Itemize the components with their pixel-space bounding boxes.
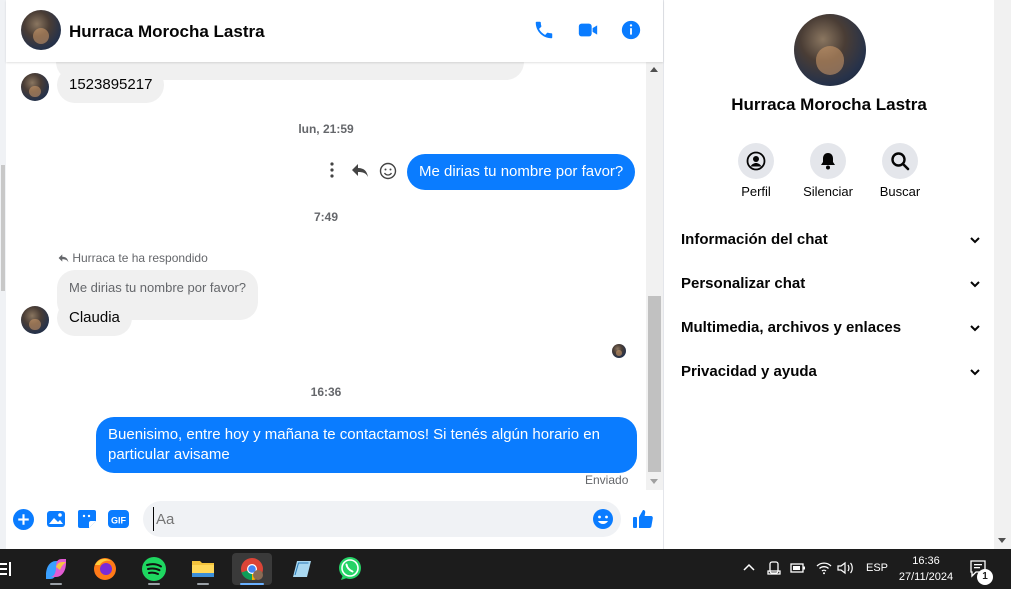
chevron-down-icon[interactable] <box>969 321 981 338</box>
emoji-icon[interactable] <box>592 508 614 535</box>
profile-avatar[interactable] <box>794 14 866 86</box>
search-icon[interactable] <box>882 143 918 179</box>
left-scroll-thumb[interactable] <box>1 165 5 291</box>
section-label: Información del chat <box>681 231 828 248</box>
chat-info-panel: Hurraca Morocha Lastra Perfil Silenciar … <box>664 0 994 549</box>
clock-time: 16:36 <box>912 555 940 567</box>
chevron-up-icon[interactable] <box>742 561 756 601</box>
chat-pane: Hurraca Morocha Lastra 1523895217 lun, 2… <box>6 0 664 549</box>
language-indicator[interactable]: ESP <box>866 562 888 602</box>
incoming-message[interactable]: 1523895217 <box>57 67 165 103</box>
chrome-icon[interactable] <box>232 553 272 585</box>
composer: GIF <box>6 490 663 549</box>
phone-icon[interactable] <box>533 19 557 43</box>
svg-text:GIF: GIF <box>111 516 127 526</box>
chevron-down-icon[interactable] <box>969 365 981 382</box>
outgoing-message[interactable]: Buenisimo, entre hoy y mañana te contact… <box>96 417 637 473</box>
message-status: Enviado <box>585 473 629 487</box>
whatsapp-icon[interactable] <box>330 553 370 585</box>
contact-avatar[interactable] <box>21 10 61 50</box>
scroll-down-arrow[interactable] <box>998 538 1006 543</box>
clock[interactable]: 16:36 27/11/2024 <box>896 553 956 593</box>
image-icon[interactable] <box>46 509 68 531</box>
like-icon[interactable] <box>631 507 655 531</box>
running-indicator <box>240 583 264 585</box>
info-icon[interactable] <box>620 19 644 43</box>
running-indicator <box>148 583 160 585</box>
section-label: Privacidad y ayuda <box>681 363 817 380</box>
profile-name: Hurraca Morocha Lastra <box>731 95 927 114</box>
chevron-down-icon[interactable] <box>969 233 981 250</box>
contact-name[interactable]: Hurraca Morocha Lastra <box>69 22 265 42</box>
bell-icon[interactable] <box>810 143 846 179</box>
read-receipt-avatar <box>612 344 626 358</box>
notes-icon[interactable] <box>281 553 321 585</box>
page-scrollbar[interactable] <box>994 0 1011 549</box>
plus-circle-icon[interactable] <box>13 509 35 531</box>
chat-header: Hurraca Morocha Lastra <box>6 0 663 62</box>
notification-badge: 1 <box>977 569 993 585</box>
more-options-icon[interactable] <box>327 161 337 184</box>
running-indicator <box>197 583 209 585</box>
message-input[interactable] <box>153 507 573 531</box>
messenger-window: Hurraca Morocha Lastra 1523895217 lun, 2… <box>0 0 1011 549</box>
scroll-up-arrow[interactable] <box>650 67 658 72</box>
profile-icon[interactable] <box>738 143 774 179</box>
section-chat-info[interactable]: Información del chat <box>681 231 981 248</box>
file-explorer-icon[interactable] <box>183 553 223 585</box>
reply-small-icon <box>58 254 69 263</box>
copilot-icon[interactable] <box>36 553 76 585</box>
timestamp: 7:49 <box>313 210 339 224</box>
taskbar: ESP 16:36 27/11/2024 1 <box>0 549 1011 589</box>
message-input-box[interactable] <box>143 501 621 537</box>
sticker-icon[interactable] <box>77 509 99 531</box>
search-label: Buscar <box>879 184 921 199</box>
message-avatar[interactable] <box>21 306 49 334</box>
incoming-message[interactable]: Claudia <box>57 300 132 336</box>
outgoing-message[interactable]: Me dirias tu nombre por favor? <box>407 154 636 190</box>
volume-icon[interactable] <box>837 561 855 601</box>
battery-icon[interactable] <box>790 562 806 602</box>
reply-note: Hurraca te ha respondido <box>58 251 208 265</box>
section-media-files-links[interactable]: Multimedia, archivos y enlaces <box>681 319 981 336</box>
task-view-icon[interactable] <box>0 561 12 582</box>
section-customize-chat[interactable]: Personalizar chat <box>681 275 981 292</box>
reply-icon[interactable] <box>351 162 369 183</box>
firefox-icon[interactable] <box>85 553 125 585</box>
section-privacy-help[interactable]: Privacidad y ayuda <box>681 363 981 380</box>
message-list: 1523895217 lun, 21:59 Me dirias tu nombr… <box>6 62 646 490</box>
search-action[interactable]: Buscar <box>855 143 945 199</box>
running-indicator <box>50 583 62 585</box>
meet-now-icon[interactable] <box>767 561 781 601</box>
scroll-down-arrow[interactable] <box>650 479 658 484</box>
clock-date: 27/11/2024 <box>898 571 954 583</box>
chevron-down-icon[interactable] <box>969 277 981 294</box>
timestamp: 16:36 <box>310 385 342 399</box>
reply-note-text: Hurraca te ha respondido <box>72 251 208 265</box>
wifi-icon[interactable] <box>816 561 832 601</box>
spotify-icon[interactable] <box>134 553 174 585</box>
message-avatar[interactable] <box>21 73 49 101</box>
section-label: Personalizar chat <box>681 275 806 292</box>
video-camera-icon[interactable] <box>577 19 601 43</box>
chat-scrollbar[interactable] <box>646 62 663 490</box>
timestamp: lun, 21:59 <box>298 122 354 136</box>
emoji-reaction-icon[interactable] <box>379 162 397 185</box>
gif-icon[interactable]: GIF <box>108 509 130 531</box>
scroll-thumb[interactable] <box>648 296 661 472</box>
section-label: Multimedia, archivos y enlaces <box>681 319 902 336</box>
